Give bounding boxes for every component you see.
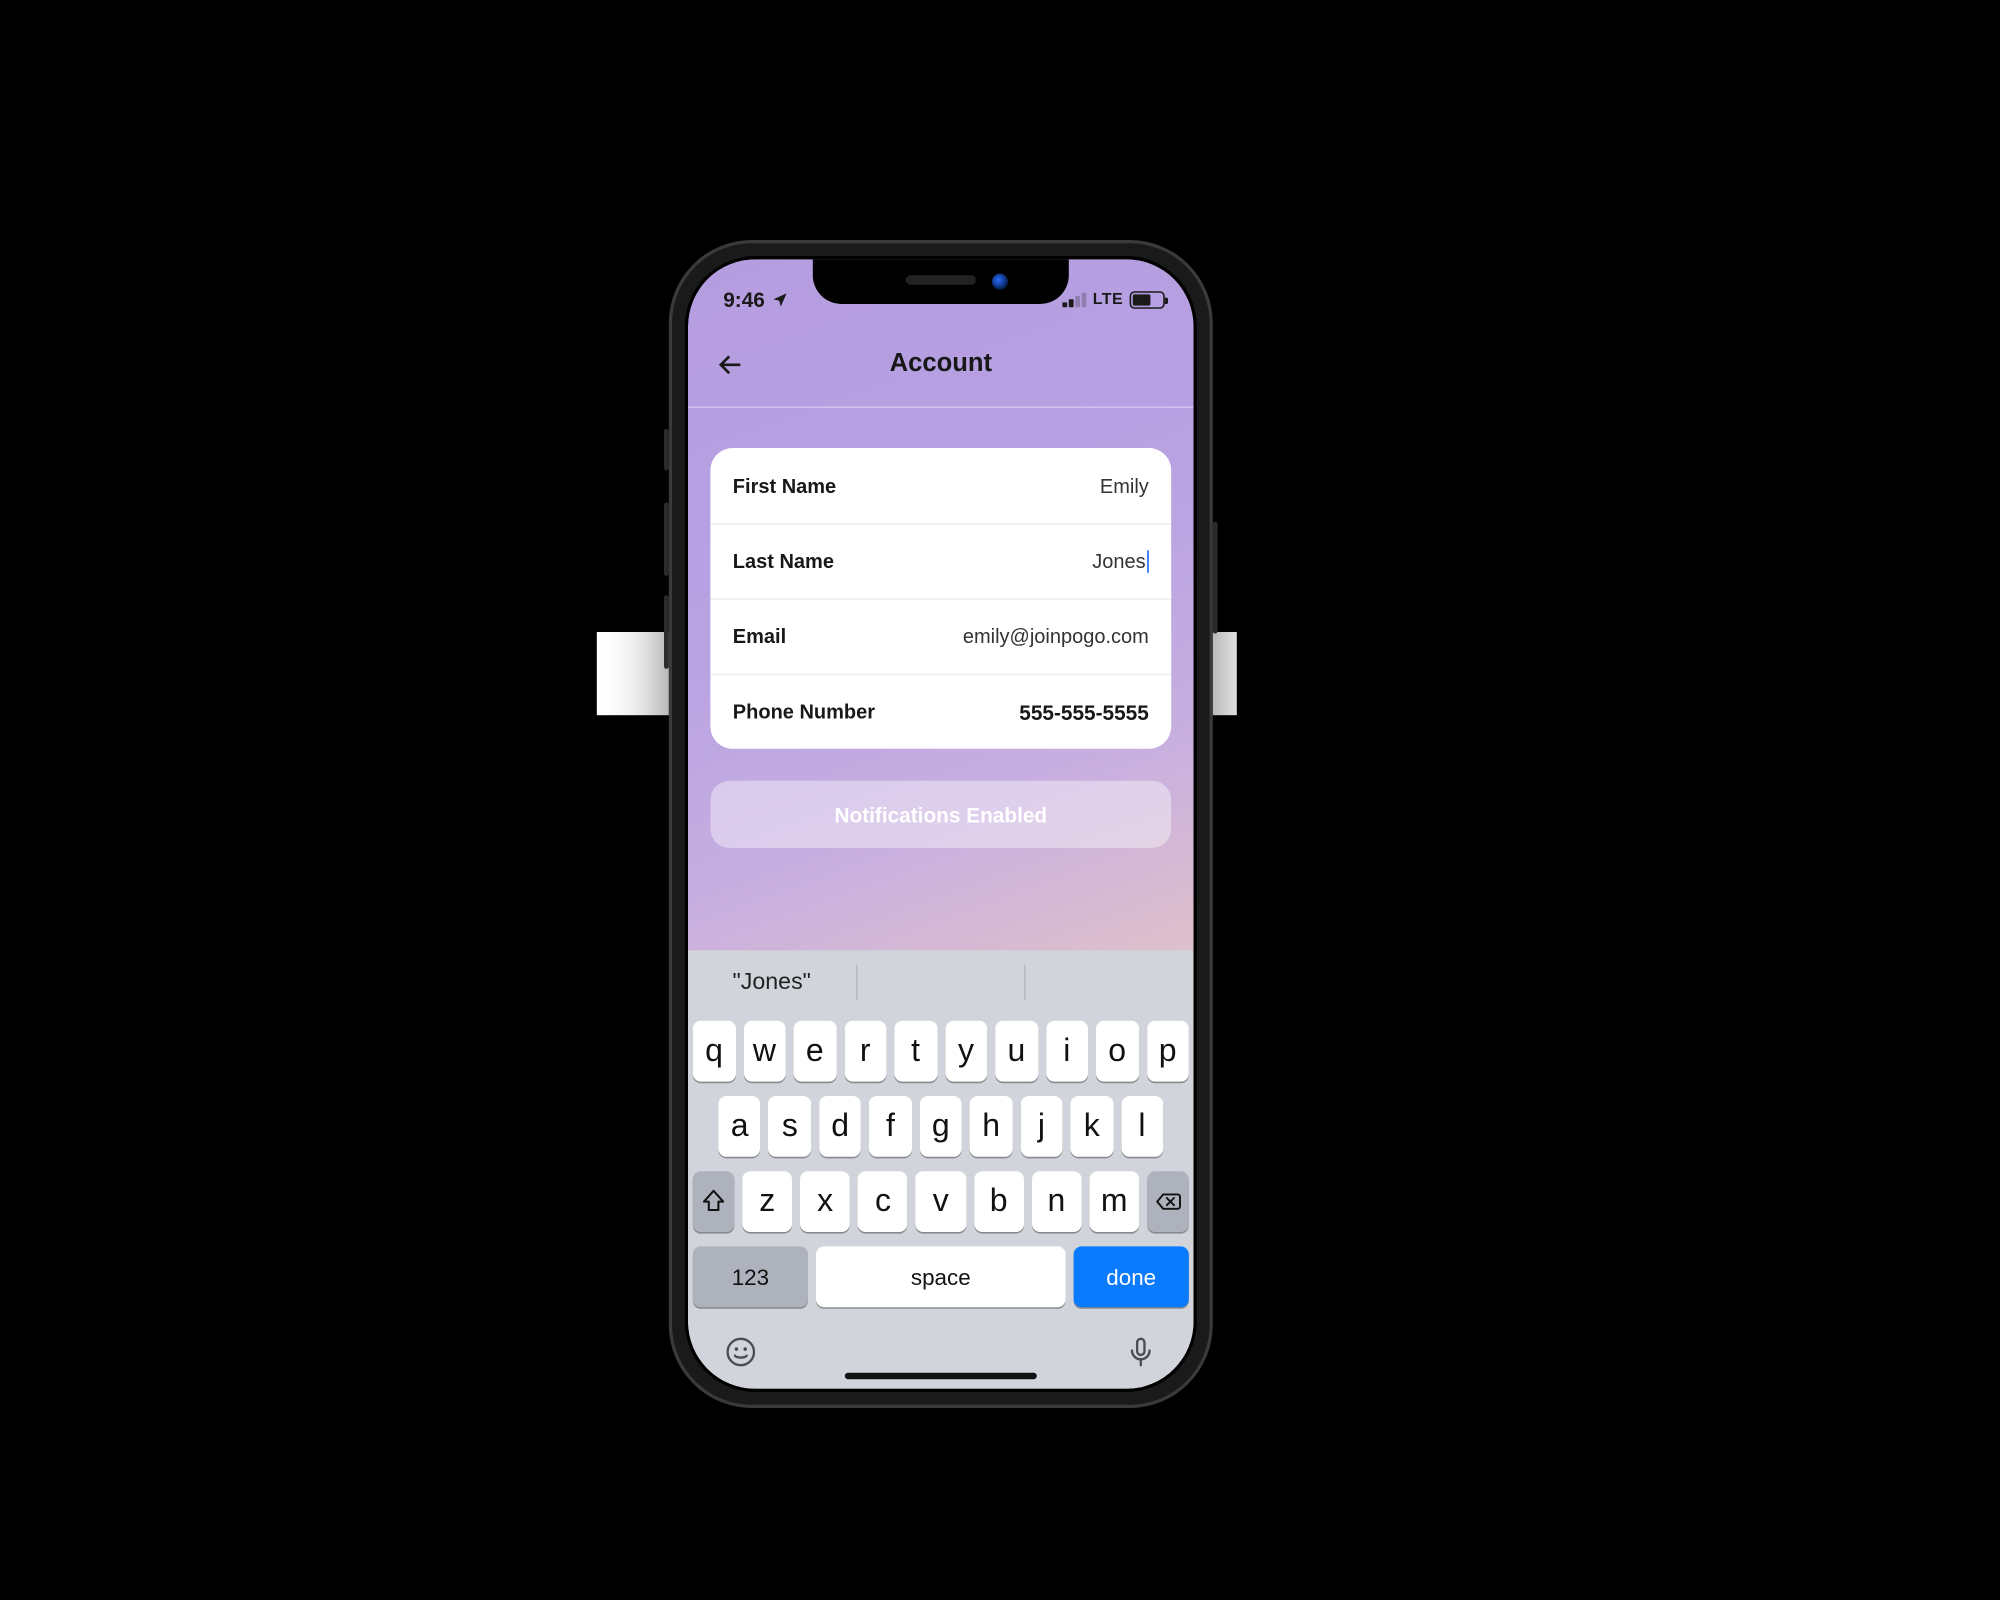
key-v[interactable]: v <box>916 1171 966 1232</box>
done-key[interactable]: done <box>1074 1246 1189 1307</box>
key-e[interactable]: e <box>794 1021 836 1082</box>
key-n[interactable]: n <box>1032 1171 1082 1232</box>
volume-down-button <box>664 595 669 669</box>
numbers-key-label: 123 <box>732 1264 769 1290</box>
notifications-enabled-label: Notifications Enabled <box>834 802 1047 826</box>
home-indicator[interactable] <box>845 1373 1037 1379</box>
key-f[interactable]: f <box>869 1096 911 1157</box>
key-y[interactable]: y <box>945 1021 987 1082</box>
key-u[interactable]: u <box>995 1021 1037 1082</box>
phone-frame: 9:46 LTE <box>669 240 1213 1408</box>
nav-bar: Account <box>688 330 1194 400</box>
email-field[interactable]: emily@joinpogo.com <box>920 626 1149 648</box>
key-j[interactable]: j <box>1020 1096 1062 1157</box>
key-k[interactable]: k <box>1071 1096 1113 1157</box>
done-key-label: done <box>1106 1264 1156 1290</box>
shift-key[interactable] <box>693 1171 735 1232</box>
phone-row[interactable]: Phone Number 555-555-5555 <box>710 674 1171 749</box>
email-row[interactable]: Email emily@joinpogo.com <box>710 598 1171 673</box>
key-c[interactable]: c <box>858 1171 908 1232</box>
phone-label: Phone Number <box>733 701 875 723</box>
power-button <box>1213 522 1218 634</box>
suggestion-text: "Jones" <box>733 970 811 996</box>
suggestion-slot-empty[interactable] <box>1025 965 1194 1000</box>
notifications-enabled-button[interactable]: Notifications Enabled <box>710 781 1171 848</box>
key-p[interactable]: p <box>1146 1021 1188 1082</box>
key-b[interactable]: b <box>974 1171 1024 1232</box>
phone-field[interactable]: 555-555-5555 <box>920 700 1149 724</box>
keyboard-suggestions: "Jones" <box>688 950 1194 1014</box>
volume-up-button <box>664 502 669 576</box>
last-name-label: Last Name <box>733 550 834 572</box>
key-r[interactable]: r <box>844 1021 886 1082</box>
key-d[interactable]: d <box>819 1096 861 1157</box>
last-name-row[interactable]: Last Name Jones <box>710 523 1171 598</box>
first-name-row[interactable]: First Name Emily <box>710 448 1171 523</box>
header-divider <box>688 406 1194 408</box>
key-x[interactable]: x <box>800 1171 850 1232</box>
first-name-label: First Name <box>733 474 836 496</box>
cellular-signal-icon <box>1063 291 1086 307</box>
key-o[interactable]: o <box>1096 1021 1138 1082</box>
speaker-grille <box>906 275 976 285</box>
notch <box>813 259 1069 304</box>
key-w[interactable]: w <box>743 1021 785 1082</box>
emoji-key[interactable] <box>723 1334 758 1377</box>
key-z[interactable]: z <box>742 1171 792 1232</box>
key-s[interactable]: s <box>769 1096 811 1157</box>
key-q[interactable]: q <box>693 1021 735 1082</box>
key-t[interactable]: t <box>894 1021 936 1082</box>
mute-switch <box>664 429 669 471</box>
space-key[interactable]: space <box>816 1246 1066 1307</box>
key-m[interactable]: m <box>1089 1171 1139 1232</box>
key-a[interactable]: a <box>718 1096 760 1157</box>
network-label: LTE <box>1093 290 1123 308</box>
location-icon <box>771 290 789 308</box>
numbers-key[interactable]: 123 <box>693 1246 808 1307</box>
status-time: 9:46 <box>723 287 765 311</box>
email-label: Email <box>733 626 786 648</box>
space-key-label: space <box>911 1264 971 1290</box>
key-h[interactable]: h <box>970 1096 1012 1157</box>
page-title: Account <box>890 350 992 379</box>
last-name-field[interactable]: Jones <box>920 550 1149 572</box>
backspace-key[interactable] <box>1147 1171 1189 1232</box>
account-form-card: First Name Emily Last Name Jones Email e… <box>710 448 1171 749</box>
first-name-field[interactable]: Emily <box>920 474 1149 496</box>
key-l[interactable]: l <box>1121 1096 1163 1157</box>
back-button[interactable] <box>710 346 748 384</box>
suggestion-slot[interactable]: "Jones" <box>688 950 855 1014</box>
keyboard: "Jones" qwertyuiop asdfghjkl zxcvbnm <box>688 950 1194 1388</box>
dictation-key[interactable] <box>1123 1334 1158 1377</box>
suggestion-slot-empty[interactable] <box>855 965 1024 1000</box>
front-camera <box>992 274 1008 290</box>
key-i[interactable]: i <box>1046 1021 1088 1082</box>
screen: 9:46 LTE <box>688 259 1194 1389</box>
key-g[interactable]: g <box>920 1096 962 1157</box>
battery-icon <box>1130 290 1165 308</box>
